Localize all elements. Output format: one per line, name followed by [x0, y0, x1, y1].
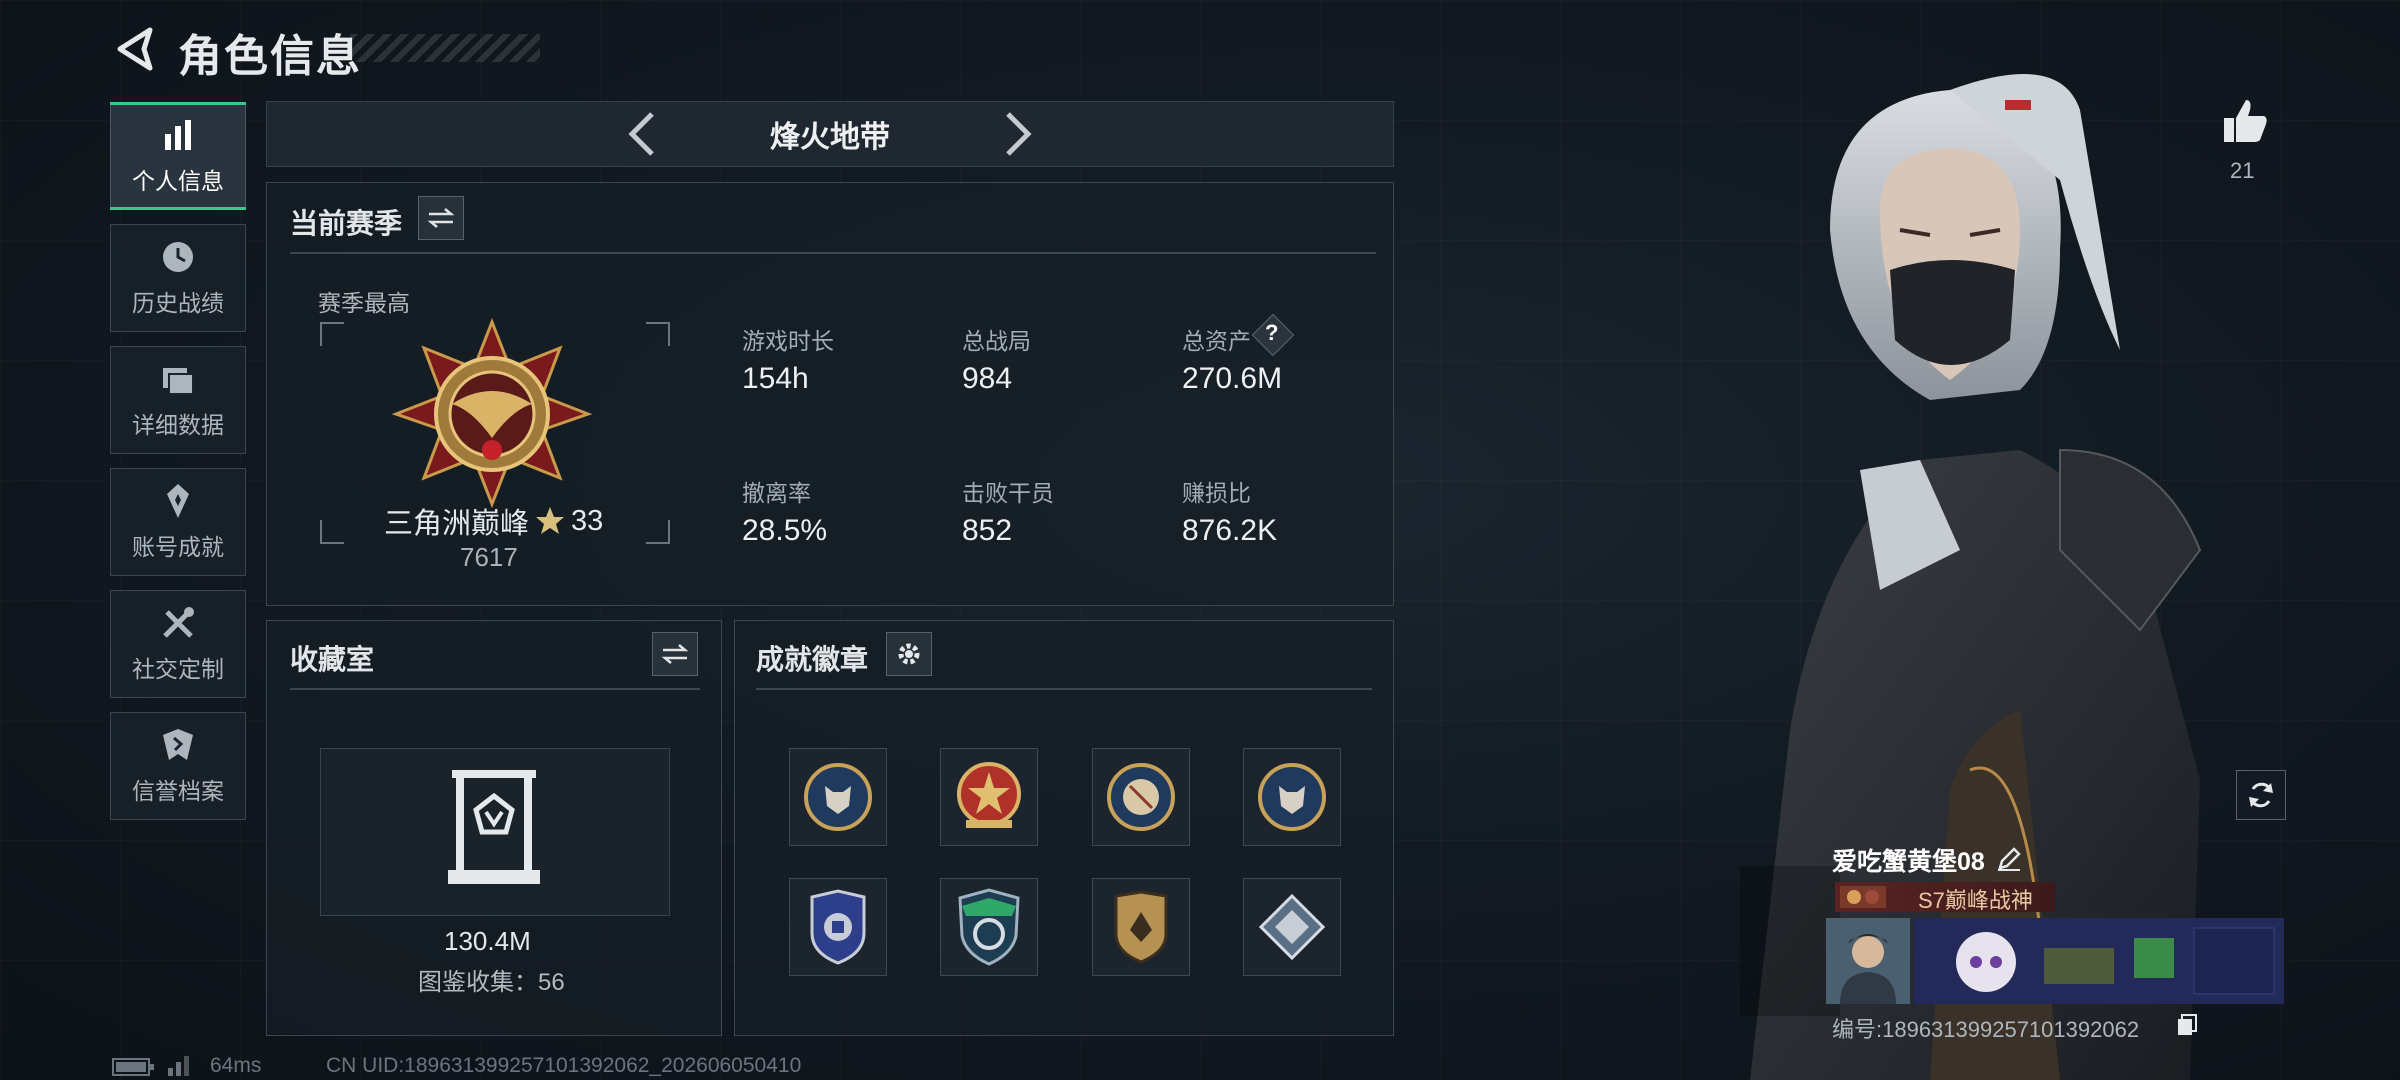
page-title: 角色信息 [178, 32, 362, 81]
profile-banner[interactable] [1914, 918, 2284, 1004]
achievements-settings-button[interactable] [886, 632, 932, 676]
history-clock-icon [163, 242, 193, 272]
sidebar-item-label: 详细数据 [132, 412, 224, 438]
rank-line: 三角洲巅峰 33 [384, 500, 603, 542]
gold-shield-icon [1114, 890, 1168, 964]
season-divider [290, 252, 1376, 254]
sidebar-item-label: 账号成就 [132, 534, 224, 560]
swap-icon [427, 208, 455, 228]
rank-medal-icon [392, 318, 592, 508]
copy-icon[interactable] [2176, 1013, 2198, 1037]
achievements-divider [756, 688, 1372, 690]
stat-kills-label: 击败干员 [962, 480, 1054, 506]
gear-icon [898, 643, 920, 665]
police-shield-icon [810, 889, 866, 965]
profile-title-text: S7巅峰战神 [1918, 888, 2033, 913]
season-switch-button[interactable] [418, 196, 464, 240]
mode-next-icon[interactable] [992, 108, 1042, 160]
back-arrow-icon[interactable] [112, 26, 158, 72]
likes-count: 21 [2230, 158, 2255, 183]
season-title: 当前赛季 [290, 208, 403, 239]
signal-icon [168, 1056, 189, 1076]
season-best-label: 赛季最高 [318, 290, 410, 316]
refresh-icon [2249, 782, 2273, 808]
collection-value: 130.4M [444, 926, 531, 956]
baseball-medal-icon [1107, 763, 1175, 831]
red-star-medal-icon [957, 762, 1021, 828]
title-decoration [350, 34, 540, 62]
rank-stars: 33 [571, 504, 604, 537]
tools-icon [163, 607, 194, 638]
stat-total-assets-label: 总资产 [1182, 328, 1251, 354]
mode-prev-icon[interactable] [618, 108, 668, 160]
stat-extract-rate-value: 28.5% [742, 514, 828, 547]
star-icon [536, 507, 565, 534]
frame-corner [320, 322, 344, 346]
sidebar-item-label: 个人信息 [132, 168, 224, 194]
rank-name: 三角洲巅峰 [384, 508, 530, 540]
collection-gallery-count: 图鉴收集：56 [418, 969, 565, 996]
title-emblem-icon [1840, 886, 1886, 908]
frame-corner [646, 322, 670, 346]
collection-divider [290, 688, 700, 690]
achievement-badge[interactable] [1243, 878, 1341, 976]
bar-chart-icon [165, 120, 191, 150]
achievement-badge[interactable] [1243, 748, 1341, 846]
wolf-medal-icon [1258, 763, 1326, 831]
sidebar-item-personal-info[interactable]: 个人信息 [110, 102, 246, 210]
uid-text: CN UID:18963139925710139206​2_2026060504… [326, 1054, 802, 1077]
collection-title: 收藏室 [290, 644, 375, 675]
display-case-icon [448, 770, 540, 884]
stat-extract-rate-label: 撤离率 [742, 480, 811, 506]
frame-corner [320, 520, 344, 544]
banner-image [1914, 918, 2284, 1004]
rank-score: 7617 [460, 542, 518, 572]
diamond-badge-icon [1258, 893, 1326, 961]
shield-icon [163, 729, 193, 760]
avatar[interactable] [1826, 918, 1910, 1004]
green-emblem-icon [958, 888, 1020, 966]
sidebar-item-history[interactable]: 历史战绩 [110, 224, 246, 332]
help-icon: ? [1265, 320, 1279, 345]
folder-icon [163, 368, 194, 395]
edit-icon[interactable] [1996, 846, 2022, 872]
refresh-button[interactable] [2236, 770, 2286, 820]
stat-profit-ratio-value: 876.2K [1182, 514, 1278, 547]
swap-icon [661, 644, 689, 664]
profile-id: 编号:18963139925710139206​2 [1832, 1017, 2140, 1042]
stat-profit-ratio-label: 赚损比 [1182, 480, 1251, 506]
achievement-badge[interactable] [789, 748, 887, 846]
collection-switch-button[interactable] [652, 632, 698, 676]
profile-shadow [1740, 866, 1840, 1016]
stat-total-matches-value: 984 [962, 362, 1013, 395]
sidebar-item-detailed-data[interactable]: 详细数据 [110, 346, 246, 454]
stat-total-matches-label: 总战局 [962, 328, 1031, 354]
achievement-badge[interactable] [789, 878, 887, 976]
sidebar-item-achievements[interactable]: 账号成就 [110, 468, 246, 576]
sidebar-item-label: 社交定制 [132, 656, 224, 682]
profile-name: 爱吃蟹黄堡08 [1832, 848, 1985, 876]
avatar-image [1826, 918, 1910, 1004]
achievement-icon [167, 484, 189, 518]
stat-kills-value: 852 [962, 514, 1013, 547]
achievement-badge[interactable] [1092, 748, 1190, 846]
wolf-medal-icon [804, 763, 872, 831]
stat-play-time-value: 154h [742, 362, 809, 395]
achievement-badge[interactable] [940, 748, 1038, 846]
achievement-badge[interactable] [1092, 878, 1190, 976]
sidebar-item-label: 历史战绩 [132, 290, 224, 316]
battery-icon [112, 1058, 154, 1076]
stat-play-time-label: 游戏时长 [742, 328, 834, 354]
sidebar-item-social[interactable]: 社交定制 [110, 590, 246, 698]
mode-title: 烽火地带 [770, 121, 890, 154]
sidebar-item-credit[interactable]: 信誉档案 [110, 712, 246, 820]
ping-text: 64ms [210, 1054, 262, 1077]
frame-corner [646, 520, 670, 544]
achievement-badge[interactable] [940, 878, 1038, 976]
achievements-title: 成就徽章 [756, 644, 869, 675]
thumbs-up-icon[interactable] [2220, 96, 2270, 146]
stat-total-assets-value: 270.6M [1182, 362, 1283, 395]
sidebar-item-label: 信誉档案 [132, 778, 224, 804]
